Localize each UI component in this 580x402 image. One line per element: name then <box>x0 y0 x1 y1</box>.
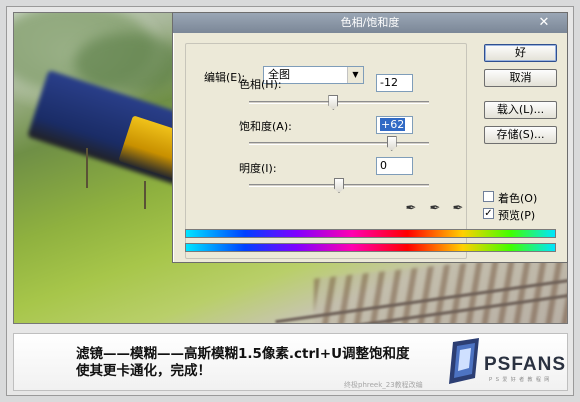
saturation-slider-thumb[interactable] <box>386 136 397 151</box>
caption-line-1: 滤镜——模糊——高斯模糊1.5像素.ctrl+U调整饱和度 <box>76 346 410 362</box>
hue-input[interactable]: -12 <box>376 74 413 92</box>
dialog-titlebar[interactable]: 色相/饱和度 ✕ <box>173 13 567 33</box>
adjustment-group: 编辑(E): 全图 ▼ 色相(H): -12 饱和度(A): +62 明度(I)… <box>185 43 467 259</box>
dropdown-arrow-icon[interactable]: ▼ <box>347 67 363 83</box>
eyedropper-plus-icon[interactable]: ✒ <box>427 201 443 217</box>
psfans-logo <box>449 338 479 384</box>
lightness-label: 明度(I): <box>239 162 277 175</box>
lightness-slider[interactable] <box>249 178 429 193</box>
eyedropper-minus-icon[interactable]: ✒ <box>450 201 466 217</box>
caption-text: 滤镜——模糊——高斯模糊1.5像素.ctrl+U调整饱和度 使其更卡通化，完成！ <box>76 346 456 380</box>
hue-saturation-dialog: 色相/饱和度 ✕ 编辑(E): 全图 ▼ 色相(H): -12 饱和度(A): … <box>172 12 568 263</box>
hue-slider-thumb[interactable] <box>328 95 339 110</box>
load-button[interactable]: 载入(L)... <box>484 101 557 119</box>
colorize-checkbox[interactable] <box>483 191 494 202</box>
hue-slider[interactable] <box>249 95 429 110</box>
saturation-label: 饱和度(A): <box>239 120 292 133</box>
close-icon[interactable]: ✕ <box>535 16 553 30</box>
output-color-bar <box>185 243 556 252</box>
eyedropper-icon[interactable]: ✒ <box>403 201 419 217</box>
input-color-bar <box>185 229 556 238</box>
watermark: 终极phreek_23教程改编 <box>344 381 423 389</box>
logo-tagline: P S 爱 好 者 教 程 网 <box>489 377 551 383</box>
caption-line-2: 使其更卡通化，完成！ <box>76 363 211 379</box>
logo-name: PSFANS <box>484 354 567 375</box>
hue-label: 色相(H): <box>239 78 282 91</box>
saturation-input[interactable]: +62 <box>376 116 413 134</box>
save-button[interactable]: 存储(S)... <box>484 126 557 144</box>
lightness-input-value: 0 <box>380 159 387 172</box>
preview-checkbox[interactable]: ✓ <box>483 208 494 219</box>
hue-input-value: -12 <box>380 76 398 89</box>
colorize-label: 着色(O) <box>498 192 538 205</box>
preview-label: 预览(P) <box>498 209 536 222</box>
cancel-button[interactable]: 取消 <box>484 69 557 87</box>
saturation-slider[interactable] <box>249 136 429 151</box>
lightness-slider-thumb[interactable] <box>334 178 344 193</box>
dialog-title: 色相/饱和度 <box>340 16 400 29</box>
ok-button[interactable]: 好 <box>484 44 557 62</box>
saturation-input-value: +62 <box>380 118 406 131</box>
caption-area: 滤镜——模糊——高斯模糊1.5像素.ctrl+U调整饱和度 使其更卡通化，完成！… <box>13 333 568 391</box>
lightness-input[interactable]: 0 <box>376 157 413 175</box>
